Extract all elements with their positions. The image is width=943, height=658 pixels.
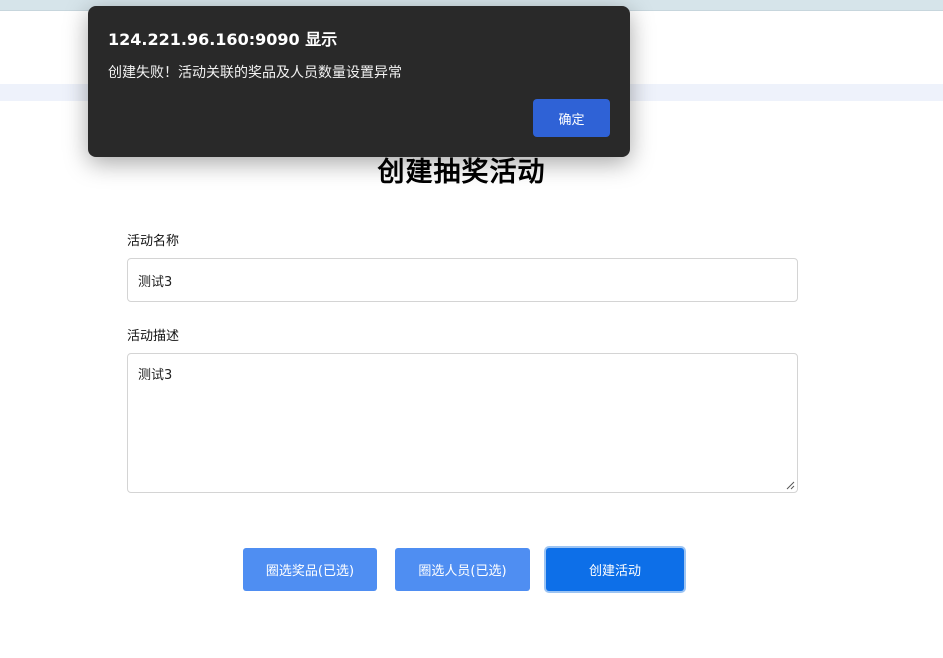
dialog-origin: 124.221.96.160:9090 显示 — [108, 30, 338, 49]
alert-dialog: 124.221.96.160:9090 显示 创建失败！活动关联的奖品及人员数量… — [88, 6, 630, 157]
activity-description-textarea[interactable]: 测试3 — [127, 353, 798, 493]
activity-name-value: 测试3 — [138, 274, 173, 290]
select-people-button[interactable]: 圈选人员(已选) — [395, 548, 530, 591]
dialog-ok-button[interactable]: 确定 — [533, 99, 610, 137]
create-activity-button[interactable]: 创建活动 — [546, 548, 684, 591]
page: 创建抽奖活动 活动名称 测试3 活动描述 测试3 圈选奖品(已选) 圈选人员(已… — [0, 0, 943, 658]
select-prizes-button[interactable]: 圈选奖品(已选) — [243, 548, 377, 591]
activity-description-value: 测试3 — [138, 368, 173, 383]
resize-grip-icon[interactable] — [786, 481, 795, 490]
activity-description-label: 活动描述 — [127, 329, 180, 344]
activity-name-input[interactable]: 测试3 — [127, 258, 798, 302]
dialog-message: 创建失败！活动关联的奖品及人员数量设置异常 — [108, 65, 402, 81]
activity-name-label: 活动名称 — [127, 234, 180, 249]
